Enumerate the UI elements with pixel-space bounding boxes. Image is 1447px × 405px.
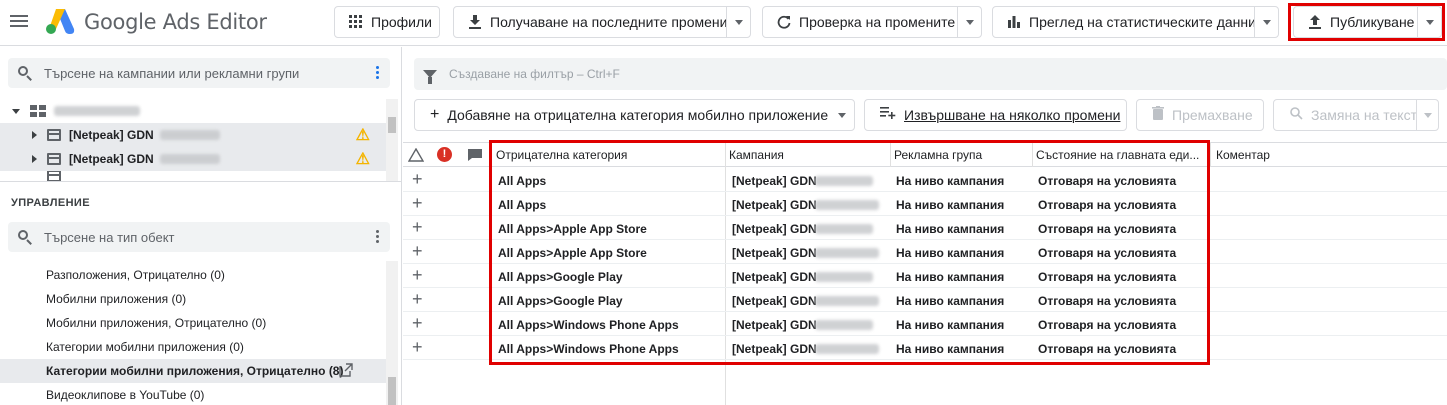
chevron-down-icon	[965, 19, 974, 25]
check-changes-button[interactable]: Проверка на промените	[762, 6, 982, 38]
type-item[interactable]: Мобилни приложения (0)	[46, 292, 186, 306]
add-icon[interactable]: +	[412, 241, 423, 262]
add-icon[interactable]: +	[412, 193, 423, 214]
check-changes-dropdown[interactable]	[957, 7, 981, 37]
expand-right-icon[interactable]	[32, 131, 37, 139]
multiple-changes-button[interactable]: Извършване на няколко промени	[864, 99, 1127, 131]
search-icon	[18, 230, 32, 245]
grid-icon	[348, 14, 364, 30]
view-stats-label: Преглед на статистическите данни	[1029, 14, 1256, 30]
get-changes-dropdown[interactable]	[726, 7, 750, 37]
error-icon[interactable]: !	[437, 147, 452, 162]
campaign-label: [Netpeak] GDN	[69, 152, 154, 166]
tree-scrollbar[interactable]	[386, 99, 398, 181]
account-row[interactable]	[0, 99, 386, 123]
warning-icon: ⚠	[355, 127, 370, 144]
type-item[interactable]: Мобилни приложения, Отрицателно (0)	[46, 316, 266, 330]
column-separator	[1210, 142, 1211, 167]
chevron-down-icon	[1423, 112, 1432, 118]
type-item[interactable]: Категории мобилни приложения (0)	[46, 340, 244, 354]
chevron-down-icon	[734, 19, 743, 25]
types-scrollbar[interactable]	[386, 261, 398, 405]
add-negative-category-button[interactable]: + Добавяне на отрицателна категория моби…	[414, 99, 855, 131]
publish-highlight	[1288, 3, 1445, 41]
chevron-down-icon	[1262, 19, 1271, 25]
profiles-button[interactable]: Профили	[334, 6, 440, 38]
campaign-row[interactable]: [Netpeak] GDN ⚠	[0, 147, 386, 171]
expand-down-icon[interactable]	[12, 108, 20, 114]
add-icon[interactable]: +	[412, 169, 423, 190]
app-title: Google Ads Editor	[84, 10, 267, 34]
profiles-label: Профили	[371, 14, 432, 30]
divider	[0, 181, 402, 182]
manage-title: УПРАВЛЕНИЕ	[11, 197, 90, 209]
campaign-row-partial	[0, 171, 386, 181]
remove-button[interactable]: Премахване	[1136, 99, 1264, 131]
view-stats-button[interactable]: Преглед на статистическите данни	[992, 6, 1279, 38]
get-changes-label: Получаване на последните промени	[490, 14, 728, 30]
type-item-selected-label[interactable]: Категории мобилни приложения, Отрицателн…	[46, 364, 343, 378]
campaign-search-input[interactable]: Търсене на кампании или рекламни групи	[8, 58, 390, 88]
more-vert-icon[interactable]	[376, 66, 380, 81]
top-bar: Google Ads Editor Профили Получаване на …	[0, 0, 1447, 46]
type-item[interactable]: Разположения, Отрицателно (0)	[46, 268, 225, 282]
get-changes-button[interactable]: Получаване на последните промени	[453, 6, 751, 38]
add-icon[interactable]: +	[412, 289, 423, 310]
find-replace-icon	[1289, 106, 1303, 125]
expand-right-icon[interactable]	[32, 155, 37, 163]
type-item[interactable]: Видеоклипове в YouTube (0)	[46, 388, 204, 402]
multiple-changes-label: Извършване на няколко промени	[904, 107, 1121, 123]
more-vert-icon[interactable]	[376, 230, 380, 245]
google-ads-logo	[46, 9, 75, 34]
view-stats-dropdown[interactable]	[1254, 7, 1278, 37]
plus-icon: +	[430, 106, 440, 123]
add-icon[interactable]: +	[412, 313, 423, 334]
triangle-sort-icon[interactable]	[408, 148, 424, 162]
type-search-input[interactable]: Търсене на тип обект	[8, 222, 390, 252]
filter-icon	[423, 70, 437, 84]
tree-scroll-thumb[interactable]	[388, 117, 396, 133]
account-icon	[30, 105, 46, 117]
campaign-icon	[47, 129, 61, 141]
bar-chart-icon	[1006, 14, 1022, 30]
add-negative-category-label: Добавяне на отрицателна категория мобилн…	[447, 107, 829, 123]
add-icon[interactable]: +	[412, 337, 423, 358]
filter-placeholder: Създаване на филтър – Ctrl+F	[449, 67, 620, 81]
download-icon	[467, 14, 483, 30]
refresh-icon	[776, 14, 792, 30]
account-name-redacted	[54, 106, 140, 116]
col-header-comment[interactable]: Коментар	[1216, 148, 1316, 162]
playlist-add-icon	[880, 106, 896, 124]
search-icon	[18, 66, 32, 81]
campaign-icon	[47, 153, 61, 165]
campaign-search-placeholder: Търсене на кампании или рекламни групи	[44, 65, 300, 81]
check-changes-label: Проверка на промените	[799, 14, 956, 30]
replace-dropdown[interactable]	[1416, 100, 1438, 130]
left-panel: Търсене на кампании или рекламни групи […	[0, 47, 402, 405]
open-external-icon[interactable]	[339, 363, 353, 377]
campaign-label: [Netpeak] GDN	[69, 128, 154, 142]
remove-label: Премахване	[1172, 107, 1253, 123]
chevron-down-icon[interactable]	[838, 113, 846, 118]
filter-input[interactable]: Създаване на филтър – Ctrl+F	[414, 58, 1447, 90]
trash-icon	[1152, 105, 1164, 125]
menu-icon[interactable]	[10, 12, 28, 32]
campaign-row[interactable]: [Netpeak] GDN ⚠	[0, 123, 386, 147]
campaign-name-redacted	[159, 130, 220, 140]
add-icon[interactable]: +	[412, 265, 423, 286]
replace-text-button[interactable]: Замяна на текст	[1273, 99, 1439, 131]
replace-text-label: Замяна на текст	[1311, 107, 1417, 123]
warning-icon: ⚠	[355, 151, 370, 168]
grid-highlight	[489, 140, 1210, 365]
campaign-name-redacted	[159, 154, 220, 164]
types-scroll-thumb[interactable]	[388, 377, 396, 405]
comment-icon[interactable]	[467, 148, 483, 162]
type-search-placeholder: Търсене на тип обект	[44, 229, 175, 245]
add-icon[interactable]: +	[412, 217, 423, 238]
